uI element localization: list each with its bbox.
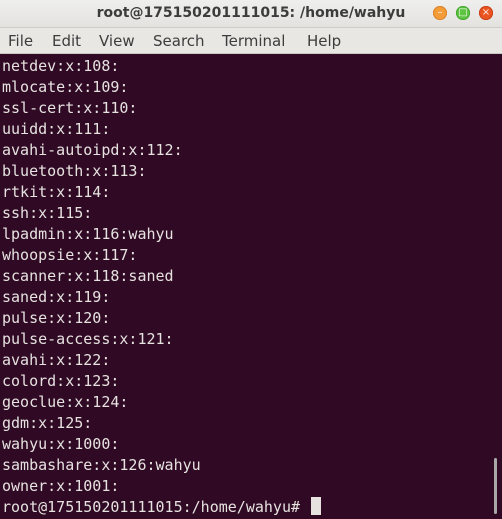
output-line: lpadmin:x:116:wahyu: [2, 225, 174, 243]
output-line: gdm:x:125:: [2, 414, 93, 432]
menu-view[interactable]: View: [99, 32, 135, 50]
maximize-button[interactable]: □: [456, 6, 470, 20]
output-line: bluetooth:x:113:: [2, 162, 147, 180]
output-line: whoopsie:x:117:: [2, 246, 138, 264]
output-line: wahyu:x:1000:: [2, 435, 120, 453]
output-line: uuidd:x:111:: [2, 120, 111, 138]
output-line: owner:x:1001:: [2, 477, 120, 495]
title-bar[interactable]: root@175150201111015: /home/wahyu – □ ×: [0, 0, 502, 28]
output-line: scanner:x:118:saned: [2, 267, 174, 285]
terminal-window: root@175150201111015: /home/wahyu – □ × …: [0, 0, 502, 519]
output-line: netdev:x:108:: [2, 57, 120, 75]
output-line: colord:x:123:: [2, 372, 120, 390]
output-line: saned:x:119:: [2, 288, 111, 306]
shell-prompt: root@175150201111015:/home/wahyu#: [2, 498, 310, 516]
close-icon: ×: [481, 7, 491, 18]
menu-file[interactable]: File: [8, 32, 33, 50]
output-line: ssh:x:115:: [2, 204, 93, 222]
minimize-button[interactable]: –: [433, 6, 447, 20]
output-line: rtkit:x:114:: [2, 183, 111, 201]
minimize-icon: –: [437, 7, 443, 18]
terminal-output[interactable]: netdev:x:108: mlocate:x:109: ssl-cert:x:…: [0, 54, 502, 519]
output-line: avahi-autoipd:x:112:: [2, 141, 183, 159]
menu-edit[interactable]: Edit: [52, 32, 81, 50]
output-line: geoclue:x:124:: [2, 393, 129, 411]
output-line: pulse-access:x:121:: [2, 330, 174, 348]
output-line: sambashare:x:126:wahyu: [2, 456, 201, 474]
prompt-line[interactable]: root@175150201111015:/home/wahyu#: [2, 497, 322, 518]
menu-search[interactable]: Search: [153, 32, 205, 50]
text-cursor: [311, 497, 322, 515]
output-line: pulse:x:120:: [2, 309, 111, 327]
scrollbar[interactable]: [494, 458, 497, 514]
menu-terminal[interactable]: Terminal: [222, 32, 285, 50]
window-title: root@175150201111015: /home/wahyu: [96, 5, 406, 21]
maximize-icon: □: [458, 7, 468, 18]
output-line: ssl-cert:x:110:: [2, 99, 138, 117]
output-line: mlocate:x:109:: [2, 78, 129, 96]
output-line: avahi:x:122:: [2, 351, 111, 369]
menu-help[interactable]: Help: [307, 32, 341, 50]
menu-bar: File Edit View Search Terminal Help: [0, 28, 502, 54]
close-button[interactable]: ×: [479, 6, 493, 20]
